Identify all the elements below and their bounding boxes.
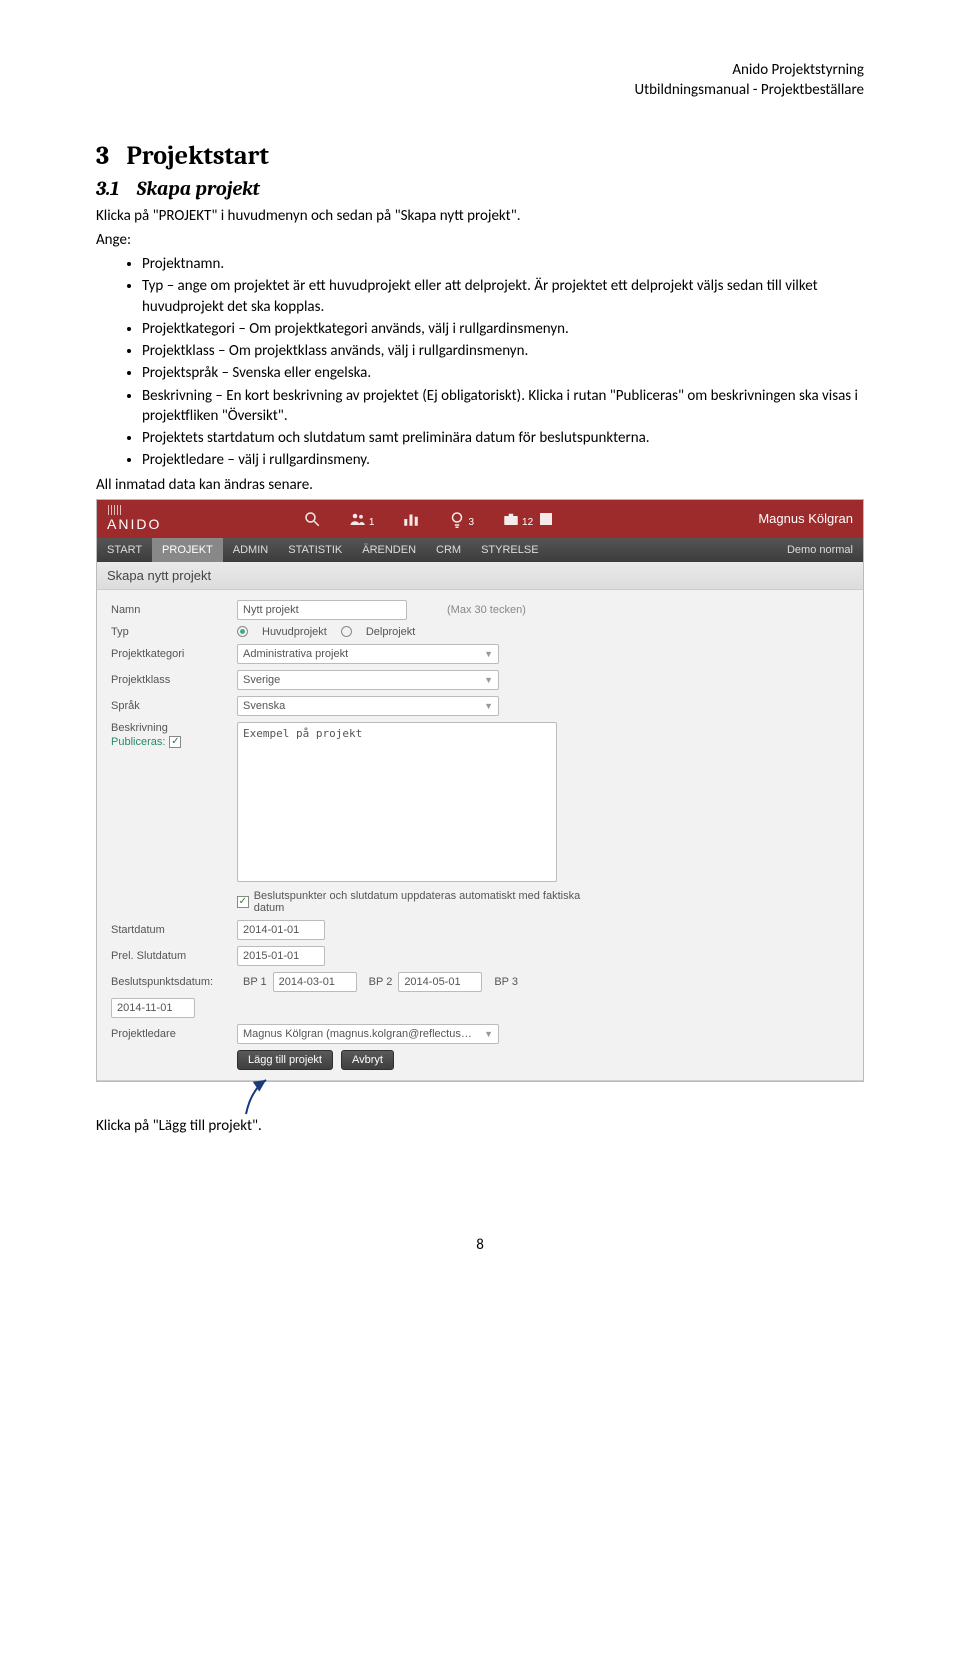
bp-label: Beslutspunktsdatum: — [111, 976, 237, 988]
top-bar: ANIDO 1 3 12 — [97, 500, 863, 538]
search-icon[interactable] — [303, 510, 321, 528]
pub-label: Publiceras: — [111, 736, 165, 748]
header-line-1: Anido Projektstyrning — [96, 60, 864, 80]
pl-label: Projektledare — [111, 1028, 237, 1040]
annotation-arrow — [96, 1082, 864, 1116]
bars-icon[interactable] — [402, 510, 420, 528]
list-item: Projektnamn. — [142, 254, 864, 274]
lang-label: Språk — [111, 700, 237, 712]
start-label: Startdatum — [111, 924, 237, 936]
name-hint: (Max 30 tecken) — [447, 604, 526, 616]
nav-crm[interactable]: CRM — [426, 538, 471, 562]
class-select[interactable]: Sverige ▼ — [237, 670, 499, 690]
list-item: Projektledare – välj i rullgardinsmeny. — [142, 450, 864, 470]
intro-para: Klicka på "PROJEKT" i huvudmenyn och sed… — [96, 206, 864, 226]
chevron-down-icon: ▼ — [484, 1029, 493, 1039]
lang-select[interactable]: Svenska ▼ — [237, 696, 499, 716]
chevron-down-icon: ▼ — [484, 649, 493, 659]
logo-text: ANIDO — [107, 516, 161, 532]
bp2-input[interactable] — [398, 972, 482, 992]
bp3-label: BP 3 — [494, 976, 518, 988]
type-opt1: Huvudprojekt — [262, 626, 327, 638]
list-item: Typ – ange om projektet är ett huvudproj… — [142, 276, 864, 317]
class-value: Sverige — [243, 674, 280, 686]
nav-start[interactable]: START — [97, 538, 152, 562]
arrow-icon — [236, 1078, 296, 1118]
badge: 12 — [522, 517, 533, 528]
bp2-label: BP 2 — [369, 976, 393, 988]
class-label: Projektklass — [111, 674, 237, 686]
nav-styrelse[interactable]: STYRELSE — [471, 538, 548, 562]
list-item: Beskrivning – En kort beskrivning av pro… — [142, 386, 864, 427]
list-item: Projektspråk – Svenska eller engelska. — [142, 363, 864, 383]
start-date-input[interactable] — [237, 920, 325, 940]
subsection-heading: 3.1 Skapa projekt — [96, 177, 864, 200]
chevron-down-icon: ▼ — [484, 701, 493, 711]
panel-title: Skapa nytt projekt — [97, 562, 863, 590]
list-item: Projektkategori – Om projektkategori anv… — [142, 319, 864, 339]
header-line-2: Utbildningsmanual - Projektbeställare — [96, 80, 864, 100]
cancel-button[interactable]: Avbryt — [341, 1050, 394, 1070]
end-label: Prel. Slutdatum — [111, 950, 237, 962]
cat-value: Administrativa projekt — [243, 648, 348, 660]
desc-label: Beskrivning — [111, 722, 237, 734]
briefcase-icon[interactable]: 12 — [502, 510, 555, 528]
list-item: Projektklass – Om projektklass används, … — [142, 341, 864, 361]
cat-select[interactable]: Administrativa projekt ▼ — [237, 644, 499, 664]
nav-projekt[interactable]: PROJEKT — [152, 538, 223, 562]
app-screenshot: ANIDO 1 3 12 — [96, 499, 864, 1082]
bullet-list: Projektnamn. Typ – ange om projektet är … — [96, 254, 864, 471]
lang-value: Svenska — [243, 700, 285, 712]
nav-admin[interactable]: ADMIN — [223, 538, 278, 562]
main-nav: START PROJEKT ADMIN STATISTIK ÄRENDEN CR… — [97, 538, 863, 562]
bulb-icon[interactable]: 3 — [448, 510, 474, 528]
pl-value: Magnus Kölgran (magnus.kolgran@reflectus… — [243, 1028, 472, 1040]
page-header: Anido Projektstyrning Utbildningsmanual … — [96, 60, 864, 101]
bp1-input[interactable] — [273, 972, 357, 992]
pl-select[interactable]: Magnus Kölgran (magnus.kolgran@reflectus… — [237, 1024, 499, 1044]
click-text: Klicka på "Lägg till projekt". — [96, 1116, 864, 1136]
type-opt2: Delprojekt — [366, 626, 416, 638]
document-page: Anido Projektstyrning Utbildningsmanual … — [0, 0, 960, 1294]
badge: 1 — [369, 517, 375, 528]
name-label: Namn — [111, 604, 237, 616]
people-icon[interactable]: 1 — [349, 510, 375, 528]
logo-rays-icon — [107, 505, 147, 515]
end-date-input[interactable] — [237, 946, 325, 966]
badge: 3 — [468, 517, 474, 528]
name-input[interactable] — [237, 600, 407, 620]
bp3-input[interactable] — [111, 998, 195, 1018]
logo[interactable]: ANIDO — [107, 505, 161, 532]
type-label: Typ — [111, 626, 237, 638]
pub-checkbox[interactable]: ✓ — [169, 736, 181, 748]
nav-arenden[interactable]: ÄRENDEN — [352, 538, 426, 562]
auto-note: Beslutspunkter och slutdatum uppdateras … — [254, 890, 603, 914]
list-item: Projektets startdatum och slutdatum samt… — [142, 428, 864, 448]
chevron-down-icon: ▼ — [484, 675, 493, 685]
nav-right-label: Demo normal — [787, 544, 863, 556]
nav-statistik[interactable]: STATISTIK — [278, 538, 352, 562]
desc-textarea[interactable] — [237, 722, 557, 882]
form-panel: Skapa nytt projekt Namn (Max 30 tecken) … — [97, 562, 863, 1081]
outro-para: All inmatad data kan ändras senare. — [96, 475, 864, 495]
page-number: 8 — [96, 1236, 864, 1254]
toolbar-icons: 1 3 12 — [303, 510, 555, 528]
bp1-label: BP 1 — [243, 976, 267, 988]
user-name[interactable]: Magnus Kölgran — [758, 511, 853, 526]
type-radio-huvud[interactable] — [237, 626, 248, 637]
auto-checkbox[interactable]: ✓ — [237, 896, 249, 908]
ange-label: Ange: — [96, 230, 864, 250]
cat-label: Projektkategori — [111, 648, 237, 660]
add-project-button[interactable]: Lägg till projekt — [237, 1050, 333, 1070]
type-radio-del[interactable] — [341, 626, 352, 637]
section-heading: 3 Projektstart — [96, 141, 864, 171]
